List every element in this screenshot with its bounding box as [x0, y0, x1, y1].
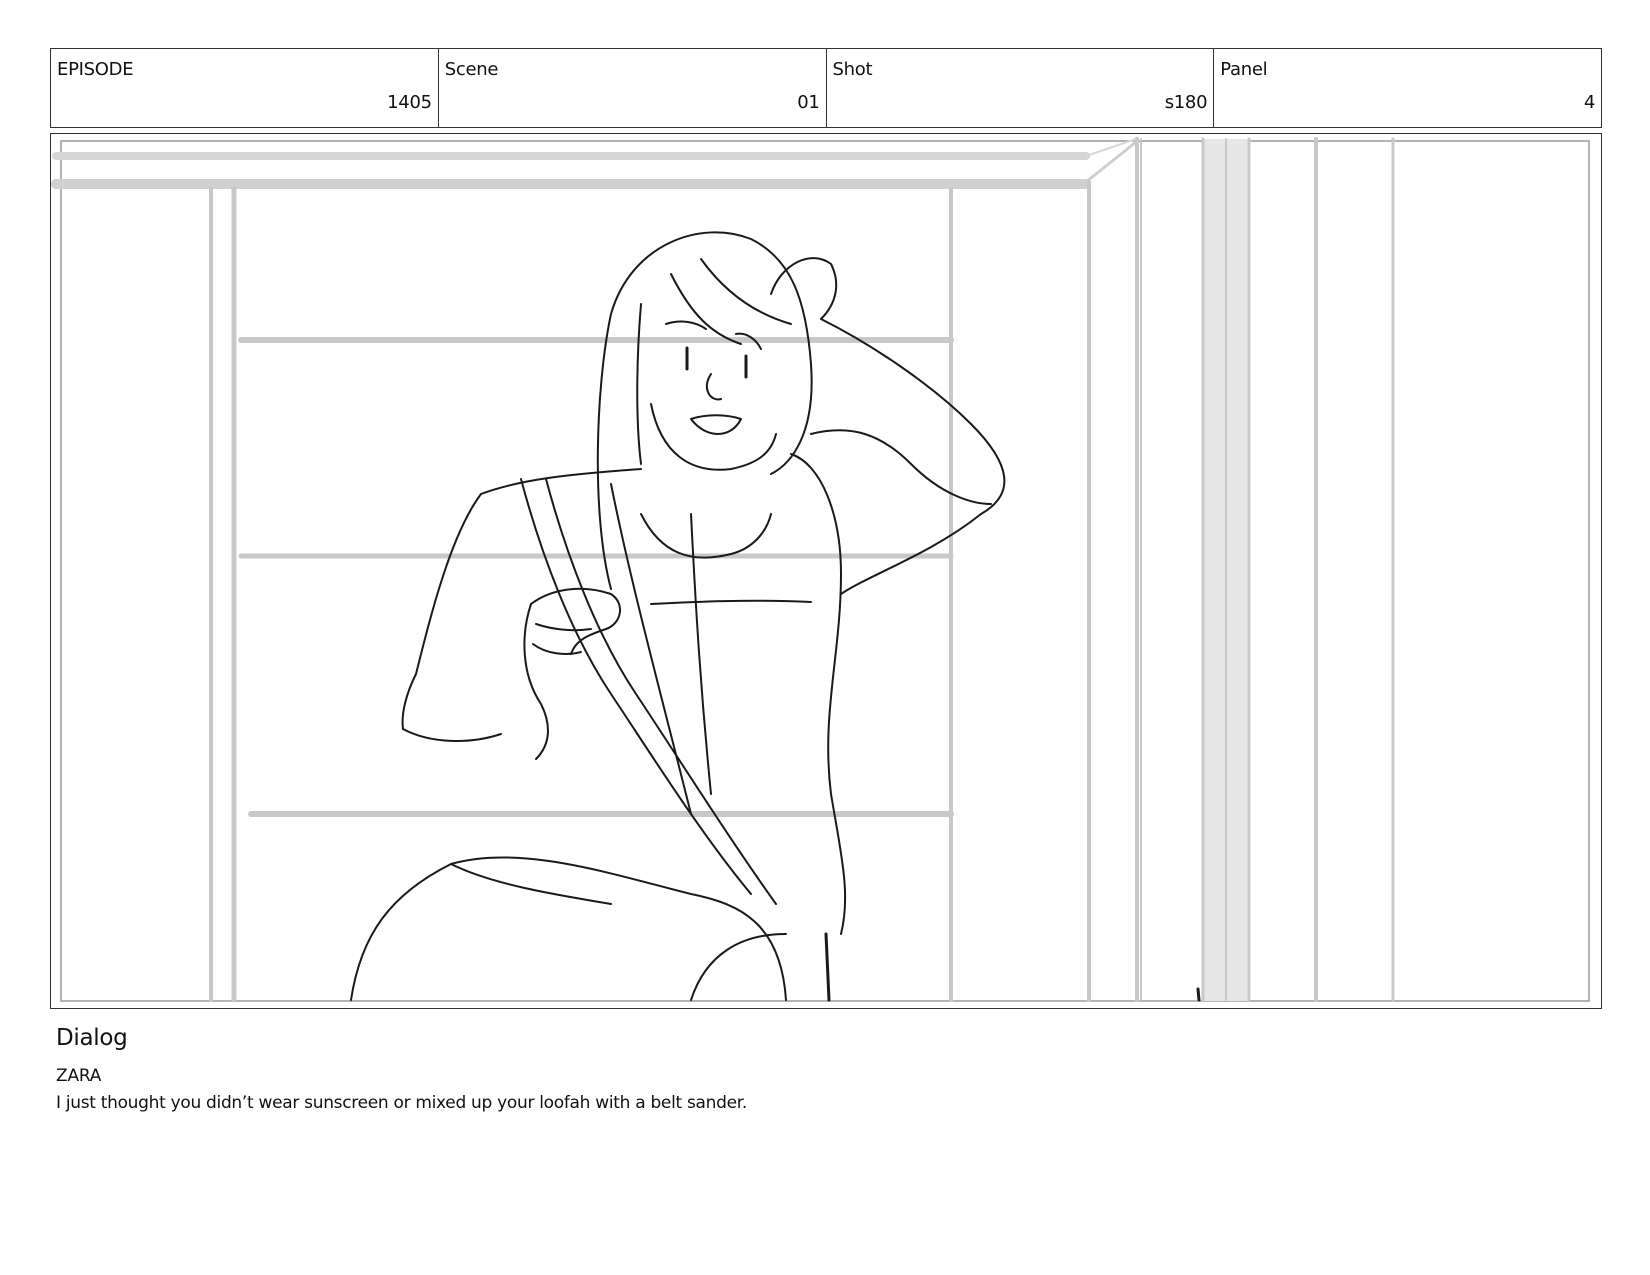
panel-cell: Panel 4: [1214, 49, 1601, 127]
panel-value: 4: [1583, 92, 1595, 113]
jaw-line: [650, 403, 777, 471]
eyebrow: [665, 320, 707, 330]
mouth: [690, 414, 742, 435]
left-shoulder: [401, 468, 642, 730]
storyboard-sketch: [51, 137, 1590, 1003]
bag-body: [350, 856, 787, 1001]
episode-value: 1405: [387, 92, 432, 113]
shot-value: s180: [1164, 92, 1208, 113]
character-sketch: [350, 231, 1201, 1002]
shirt-front: [610, 483, 692, 815]
shot-info-header: EPISODE 1405 Scene 01 Shot s180 Panel 4: [50, 48, 1602, 128]
safe-area-frame: [60, 140, 1590, 1002]
episode-cell: EPISODE 1405: [51, 49, 439, 127]
right-side: [790, 453, 847, 935]
finger: [535, 623, 592, 632]
collar: [640, 513, 772, 559]
episode-label: EPISODE: [57, 59, 134, 80]
dialog-heading: Dialog: [56, 1025, 128, 1051]
panel-label: Panel: [1220, 59, 1268, 80]
bag-strap: [520, 478, 752, 895]
scene-value: 01: [797, 92, 820, 113]
body-edge: [824, 932, 831, 1002]
nose: [705, 373, 722, 401]
pillar-base: [1196, 987, 1201, 1002]
sleeve-cuff: [402, 728, 502, 742]
bag-top: [450, 863, 612, 905]
forearm: [810, 429, 992, 505]
dialog-speaker: ZARA: [56, 1066, 102, 1086]
raised-arm: [820, 318, 1006, 595]
scene-label: Scene: [444, 59, 499, 80]
background-sketch: [51, 137, 1590, 1003]
hair-outline: [596, 231, 813, 590]
shot-cell: Shot s180: [827, 49, 1215, 127]
storyboard-panel: [50, 133, 1602, 1009]
hair-strand: [636, 303, 642, 465]
hair-strand: [670, 273, 742, 345]
hair-strand: [700, 258, 792, 325]
scene-cell: Scene 01: [439, 49, 827, 127]
shot-label: Shot: [832, 59, 873, 80]
dialog-line: I just thought you didn’t wear sunscreen…: [56, 1093, 748, 1113]
shirt-line: [650, 599, 812, 605]
